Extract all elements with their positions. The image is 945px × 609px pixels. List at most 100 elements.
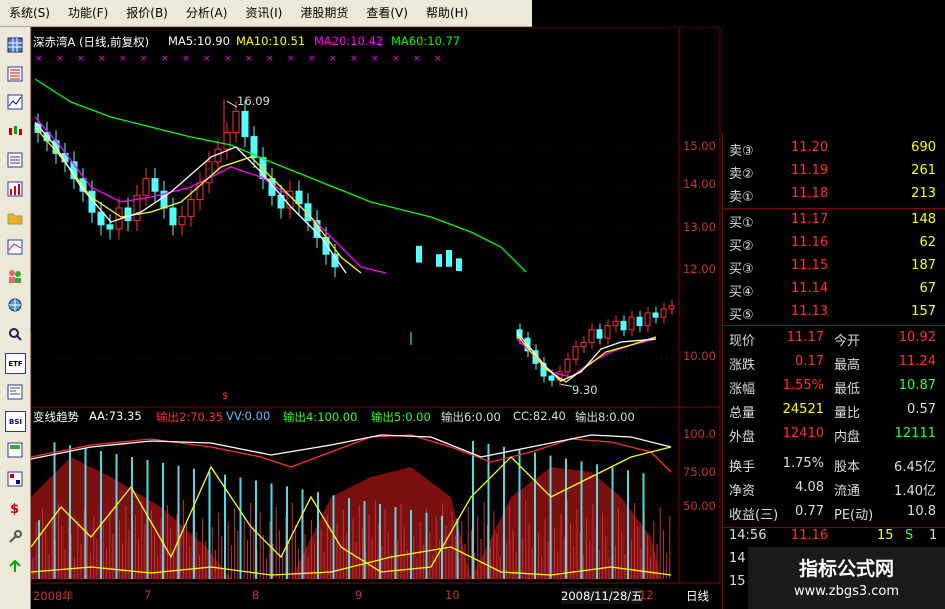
high-marker: 16.09 xyxy=(237,94,270,108)
candle-body xyxy=(416,245,422,263)
bid-label: 买③ xyxy=(729,262,754,277)
ask-row: 卖① 11.18 213 xyxy=(727,186,942,208)
stat-label: 净资 xyxy=(729,484,756,499)
ma60-line xyxy=(34,78,527,273)
tick-volume: 15 xyxy=(877,528,894,543)
separator xyxy=(723,527,945,528)
bid-label: 买② xyxy=(729,239,754,254)
table-icon[interactable] xyxy=(5,64,24,83)
watermark-url: www.zbgs3.com xyxy=(793,584,900,599)
folder-icon[interactable] xyxy=(5,208,24,227)
indicator-vv: VV:0.00 xyxy=(226,409,271,423)
svg-text:$: $ xyxy=(10,502,19,516)
menu-info[interactable]: 资讯(I) xyxy=(236,2,291,24)
signal-mark: × xyxy=(56,54,64,64)
time-label: 9 xyxy=(355,588,363,602)
candle-body xyxy=(187,199,195,217)
candle-body xyxy=(241,110,249,138)
ask-volume: 213 xyxy=(911,186,936,201)
tick-time: 14 xyxy=(729,551,746,566)
etf-icon[interactable]: ETF xyxy=(5,353,26,374)
tick-count: 1 xyxy=(929,528,938,543)
period-label[interactable]: 日线 xyxy=(686,588,709,604)
candle-body xyxy=(436,254,442,267)
compare-icon[interactable] xyxy=(5,237,24,256)
candle-icon[interactable] xyxy=(5,121,24,140)
signal-mark: × xyxy=(413,54,421,64)
grid-icon[interactable] xyxy=(5,35,24,54)
ask-row: 卖② 11.19 261 xyxy=(727,163,942,185)
stock-title: 深赤湾A (日线,前复权) xyxy=(33,35,150,49)
menu-analysis[interactable]: 分析(A) xyxy=(177,2,237,24)
price-tick: 13.00 xyxy=(683,220,716,234)
menu-help[interactable]: 帮助(H) xyxy=(417,2,477,24)
bid-label: 买⑤ xyxy=(729,308,754,323)
stat-row: 涨幅 1.55% 最低 10.87 xyxy=(727,378,942,400)
stat-label: 收益(三) xyxy=(729,508,779,523)
cursor-date: 2008/11/28/五 xyxy=(561,588,643,604)
stat-value: 10.92 xyxy=(898,330,936,345)
ask-price: 11.20 xyxy=(791,140,829,155)
stat-label: 最高 xyxy=(834,358,861,373)
price-tick: 12.00 xyxy=(683,262,716,276)
stat-value: 1.40亿 xyxy=(894,484,936,499)
candle-body xyxy=(548,375,555,381)
news-icon[interactable] xyxy=(5,382,24,401)
watermark: 指标公式网 www.zbgs3.com xyxy=(748,547,945,609)
line-chart-icon[interactable] xyxy=(5,92,24,111)
tools-icon[interactable] xyxy=(5,527,24,546)
globe-icon[interactable] xyxy=(5,295,24,314)
menu-system[interactable]: 系统(S) xyxy=(0,2,59,24)
signal-mark: × xyxy=(161,54,169,64)
signal-mark: × xyxy=(266,54,274,64)
indicator-line xyxy=(31,434,672,460)
indicator-out4: 输出4:100.00 xyxy=(283,410,358,424)
tick-time: 15 xyxy=(729,574,746,589)
indicator-tick: 75.00 xyxy=(683,465,716,479)
signal-mark: × xyxy=(329,54,337,64)
quote-panel: 卖③ 11.20 690 卖② 11.19 261 卖① 11.18 213 买① 11.17 148… xyxy=(722,132,945,609)
bsi-icon[interactable]: BSI xyxy=(5,411,26,432)
ask-price: 11.19 xyxy=(791,163,829,178)
candle-body xyxy=(169,207,177,226)
search-icon[interactable] xyxy=(5,324,24,343)
export-icon[interactable] xyxy=(5,556,24,575)
candle-body xyxy=(142,178,150,196)
candle-body xyxy=(232,110,240,133)
indicator-out6: 输出6:0.00 xyxy=(441,410,501,424)
separator xyxy=(723,325,945,326)
money-icon[interactable]: $ xyxy=(5,498,24,517)
left-toolbar: ETF BSI $ xyxy=(0,27,31,609)
candle-body xyxy=(612,320,619,327)
indicator-cc: CC:82.40 xyxy=(513,409,566,423)
time-label: 2008年 xyxy=(33,589,74,603)
candle-body xyxy=(620,320,627,331)
candle-body xyxy=(660,308,667,318)
bid-price: 11.14 xyxy=(791,281,829,296)
price-tick: 14.00 xyxy=(683,177,716,191)
stat-value: 10.8 xyxy=(907,504,936,519)
signal-mark: × xyxy=(203,54,211,64)
menu-function[interactable]: 功能(F) xyxy=(59,2,117,24)
signal-mark: × xyxy=(35,54,43,64)
list-icon[interactable] xyxy=(5,150,24,169)
stat-value: 1.55% xyxy=(782,378,824,393)
menu-quote[interactable]: 报价(B) xyxy=(117,2,177,24)
stat-label: 涨跌 xyxy=(729,358,756,373)
candle-body xyxy=(151,178,159,192)
time-label: 12 xyxy=(639,588,654,602)
menu-hk-futures[interactable]: 港股期货 xyxy=(291,2,357,24)
block-icon[interactable] xyxy=(5,469,24,488)
stat-row: 外盘 12410 内盘 12111 xyxy=(727,426,942,448)
candle-body xyxy=(580,341,587,348)
candle-body xyxy=(456,258,462,271)
candle-body xyxy=(223,131,231,150)
menu-view[interactable]: 查看(V) xyxy=(357,2,417,24)
stat-value: 12410 xyxy=(782,426,824,441)
chart-area[interactable]: × × × × × × × × × × × × × × × × × × × × $ 深赤湾A (日线,前复权) MA5:… xyxy=(31,27,721,609)
stat-row: 换手 1.75% 股本 6.45亿 xyxy=(727,456,942,478)
bars-icon[interactable] xyxy=(5,179,24,198)
orders-icon[interactable] xyxy=(5,440,24,459)
tick-flag: S xyxy=(905,528,914,543)
people-icon[interactable] xyxy=(5,266,24,285)
